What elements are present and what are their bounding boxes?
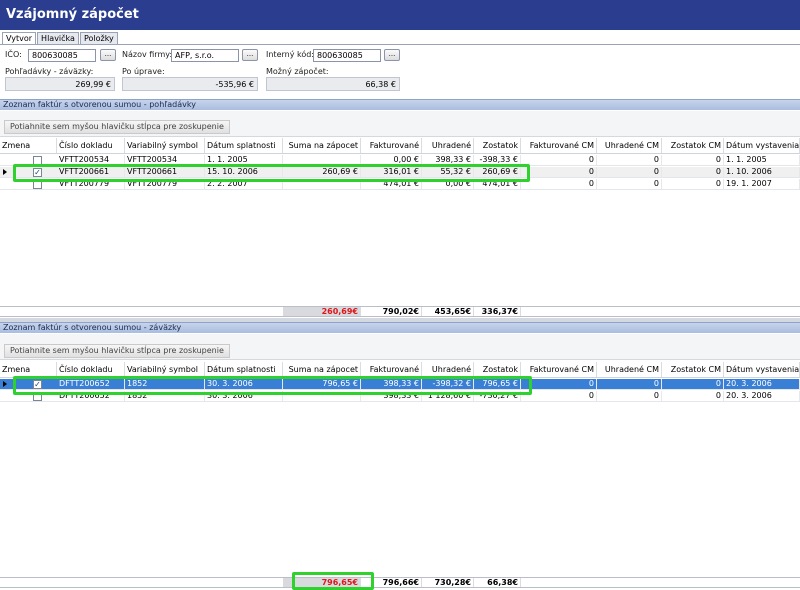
total-sum: 260,69€: [283, 307, 361, 316]
kod-label: Interný kód:: [266, 50, 314, 59]
payables-total-highlight: [292, 572, 374, 590]
col-datum-vystavenia[interactable]: Dátum vystavenia: [724, 362, 800, 377]
firma-browse-button[interactable]: ...: [242, 49, 258, 61]
payables-section-header: Zoznam faktúr s otvorenou sumou - záväzk…: [0, 322, 800, 333]
payables-row-highlight: [13, 376, 532, 395]
pohl-label: Pohľadávky - záväzky:: [5, 67, 94, 76]
cell-fcm: 0: [521, 391, 597, 401]
col-uhradene-cm[interactable]: Uhradené CM: [597, 138, 662, 153]
col-suma-na-zapocet[interactable]: Suma na zápocet: [283, 138, 361, 153]
col-zostatok-cm[interactable]: Zostatok CM: [662, 362, 724, 377]
cell-fcm: 0: [521, 179, 597, 189]
cell-ucm: 0: [597, 379, 662, 389]
total-uhr: 453,65€: [422, 307, 474, 316]
cell-zcm: 0: [662, 391, 724, 401]
ico-input[interactable]: 800630085: [28, 49, 96, 62]
total-sum-value: 260,69€: [321, 307, 358, 316]
ico-browse-button[interactable]: ...: [100, 49, 116, 61]
col-datum-vystavenia[interactable]: Dátum vystavenia: [724, 138, 800, 153]
cell-zcm: 0: [662, 179, 724, 189]
total-uhr: 730,28€: [422, 578, 474, 587]
title-bar: Vzájomný zápočet: [0, 0, 800, 30]
col-uhradene-cm[interactable]: Uhradené CM: [597, 362, 662, 377]
col-datum-splatnosti[interactable]: Dátum splatnosti: [205, 138, 283, 153]
cell-zcm: 0: [662, 155, 724, 165]
row-indicator-icon: [3, 169, 7, 175]
col-uhradene[interactable]: Uhradené: [422, 138, 474, 153]
col-datum-splatnosti[interactable]: Dátum splatnosti: [205, 362, 283, 377]
cell-vyst: 20. 3. 2006: [724, 391, 800, 401]
receivables-row-highlight: [13, 164, 530, 182]
col-uhradene[interactable]: Uhradené: [422, 362, 474, 377]
uprave-value: -535,96 €: [122, 77, 258, 91]
col-cislo-dokladu[interactable]: Číslo dokladu: [57, 138, 125, 153]
cell-vyst: 20. 3. 2006: [724, 379, 800, 389]
cell-fcm: 0: [521, 155, 597, 165]
receivables-header-row: Zmena Číslo dokladu Variabilný symbol Dá…: [0, 138, 800, 154]
firma-input[interactable]: AFP, s.r.o.: [171, 49, 239, 62]
cell-vyst: 1. 1. 2005: [724, 155, 800, 165]
col-fakturovane-cm[interactable]: Fakturované CM: [521, 138, 597, 153]
cell-ucm: 0: [597, 179, 662, 189]
receivables-group-hint[interactable]: Potiahnite sem myšou hlavičku stĺpca pre…: [4, 120, 230, 134]
col-zostatok[interactable]: Zostatok: [474, 362, 521, 377]
col-zmena[interactable]: Zmena: [0, 362, 57, 377]
receivables-section-header: Zoznam faktúr s otvorenou sumou - pohľad…: [0, 99, 800, 110]
cell-fcm: 0: [521, 379, 597, 389]
header-form: IČO: 800630085 ... Názov firmy: AFP, s.r…: [0, 45, 800, 98]
cell-zcm: 0: [662, 379, 724, 389]
col-zostatok[interactable]: Zostatok: [474, 138, 521, 153]
total-zost: 66,38€: [474, 578, 521, 587]
window-title: Vzájomný zápočet: [6, 7, 139, 22]
pohl-value: 269,99 €: [5, 77, 115, 91]
cell-ucm: 0: [597, 391, 662, 401]
kod-browse-button[interactable]: ...: [384, 49, 400, 61]
cell-vyst: 19. 1. 2007: [724, 179, 800, 189]
firma-label: Názov firmy:: [122, 50, 173, 59]
receivables-group-panel: Potiahnite sem myšou hlavičku stĺpca pre…: [0, 111, 800, 137]
cell-ucm: 0: [597, 155, 662, 165]
col-fakturovane[interactable]: Fakturované: [361, 362, 422, 377]
cell-zcm: 0: [662, 167, 724, 177]
col-zmena[interactable]: Zmena: [0, 138, 57, 153]
mozny-value: 66,38 €: [266, 77, 400, 91]
row-indicator-icon: [3, 381, 7, 387]
mozny-label: Možný zápočet:: [266, 67, 329, 76]
payables-group-panel: Potiahnite sem myšou hlavičku stĺpca pre…: [0, 334, 800, 360]
total-zost: 336,37€: [474, 307, 521, 316]
col-variabilny-symbol[interactable]: Variabilný symbol: [125, 138, 205, 153]
col-suma-na-zapocet[interactable]: Suma na zápocet: [283, 362, 361, 377]
col-cislo-dokladu[interactable]: Číslo dokladu: [57, 362, 125, 377]
col-fakturovane[interactable]: Fakturované: [361, 138, 422, 153]
payables-totals-row: 796,65€ 796,66€ 730,28€ 66,38€: [0, 577, 800, 588]
payables-group-hint[interactable]: Potiahnite sem myšou hlavičku stĺpca pre…: [4, 344, 230, 358]
col-variabilny-symbol[interactable]: Variabilný symbol: [125, 362, 205, 377]
cell-fcm: 0: [521, 167, 597, 177]
col-zostatok-cm[interactable]: Zostatok CM: [662, 138, 724, 153]
total-fakt: 790,02€: [361, 307, 422, 316]
col-fakturovane-cm[interactable]: Fakturované CM: [521, 362, 597, 377]
cell-ucm: 0: [597, 167, 662, 177]
uprave-label: Po úprave:: [122, 67, 165, 76]
ico-label: IČO:: [5, 50, 22, 59]
receivables-totals-row: 260,69€ 790,02€ 453,65€ 336,37€: [0, 306, 800, 317]
cell-vyst: 1. 10. 2006: [724, 167, 800, 177]
kod-input[interactable]: 800630085: [313, 49, 381, 62]
